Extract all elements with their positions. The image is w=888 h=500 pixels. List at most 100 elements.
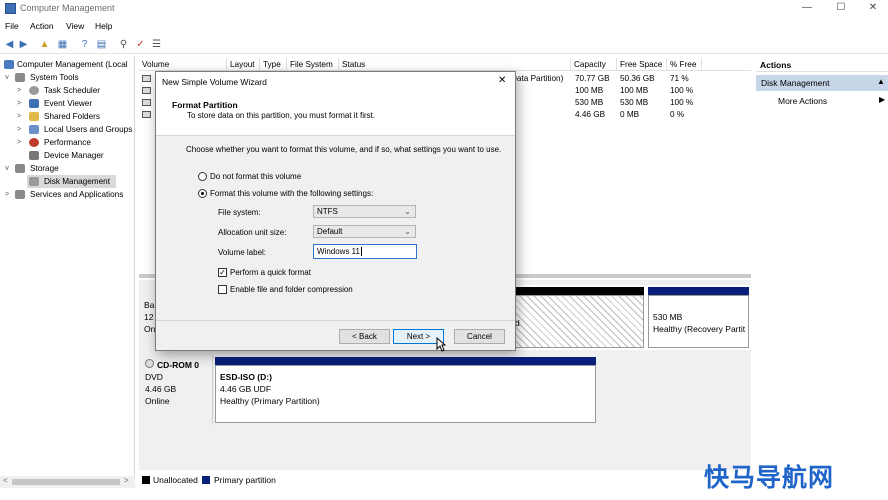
tree-item-device-manager[interactable]: Device Manager: [0, 149, 135, 162]
cdrom-info[interactable]: CD-ROM 0 DVD 4.46 GB Online: [139, 355, 213, 425]
scroll-left-icon[interactable]: <: [3, 476, 8, 485]
close-button[interactable]: ✕: [856, 0, 888, 18]
dialog-heading: Format Partition: [172, 100, 238, 110]
tree-item-label: System Tools: [30, 73, 79, 82]
menu-help[interactable]: Help: [95, 21, 112, 31]
chevron-right-icon[interactable]: >: [15, 97, 23, 110]
cancel-button[interactable]: Cancel: [454, 329, 505, 344]
tree-item-performance[interactable]: > Performance: [0, 136, 135, 149]
actions-section-disk-management[interactable]: Disk Management ▲: [756, 75, 888, 91]
navigation-tree: Computer Management (Local v System Tool…: [0, 56, 135, 476]
chevron-right-icon: ▶: [879, 95, 886, 104]
forward-arrow-icon[interactable]: ▶: [17, 38, 30, 51]
maximize-button[interactable]: ☐: [824, 0, 858, 18]
column-layout[interactable]: Layout: [227, 58, 260, 71]
chevron-down-icon[interactable]: v: [3, 162, 11, 175]
tree-item-label: Device Manager: [44, 151, 104, 160]
radio-format-volume-label[interactable]: Format this volume with the following se…: [210, 189, 373, 198]
show-hide-tree-icon[interactable]: ▦: [56, 38, 69, 51]
services-icon: [15, 190, 25, 199]
allocation-unit-value: Default: [317, 227, 343, 236]
volume-label-value: Windows 11: [317, 247, 360, 256]
dialog-subheading: To store data on this partition, you mus…: [187, 111, 376, 120]
column-status[interactable]: Status: [339, 58, 571, 71]
radio-do-not-format[interactable]: [198, 172, 207, 181]
chevron-right-icon[interactable]: >: [15, 123, 23, 136]
connect-icon[interactable]: ⚲: [117, 38, 130, 51]
quick-format-label[interactable]: Perform a quick format: [230, 268, 311, 277]
tree-item-event-viewer[interactable]: > Event Viewer: [0, 97, 135, 110]
chevron-right-icon[interactable]: >: [15, 110, 23, 123]
tree-item-root[interactable]: Computer Management (Local: [0, 58, 135, 71]
compression-label[interactable]: Enable file and folder compression: [230, 285, 353, 294]
menu-file[interactable]: File: [5, 21, 19, 31]
tree-item-local-users[interactable]: > Local Users and Groups: [0, 123, 135, 136]
column-free-space[interactable]: Free Space: [617, 58, 667, 71]
tree-item-shared-folders[interactable]: > Shared Folders: [0, 110, 135, 123]
column-volume[interactable]: Volume: [139, 58, 227, 71]
scroll-right-icon[interactable]: >: [124, 476, 129, 485]
chevron-down-icon[interactable]: v: [3, 71, 11, 84]
tree-item-label: Storage: [30, 164, 59, 173]
dialog-close-button[interactable]: ✕: [498, 75, 506, 86]
up-folder-icon[interactable]: ▲: [38, 38, 51, 51]
disk-0-state: On: [144, 324, 156, 334]
device-manager-icon: [29, 151, 39, 160]
disk-list-icon[interactable]: ☰: [150, 38, 163, 51]
cdrom-volume-bar: [215, 357, 596, 365]
more-actions-item[interactable]: More Actions ▶: [756, 94, 888, 108]
chevron-right-icon[interactable]: >: [3, 188, 11, 201]
tree-horizontal-scrollbar[interactable]: < >: [0, 476, 135, 488]
tree-item-label: Task Scheduler: [44, 86, 100, 95]
cdrom-name: CD-ROM 0: [157, 360, 200, 370]
tree-item-system-tools[interactable]: v System Tools: [0, 71, 135, 84]
table-cell-free: 50.36 GB: [620, 74, 655, 83]
tree-item-task-scheduler[interactable]: > Task Scheduler: [0, 84, 135, 97]
scroll-thumb[interactable]: [12, 479, 120, 485]
unallocated-partition[interactable]: d: [514, 295, 644, 348]
file-system-select[interactable]: NTFS ⌄: [313, 205, 416, 218]
help-icon[interactable]: ?: [78, 38, 91, 51]
compression-checkbox[interactable]: [218, 285, 227, 294]
minimize-button[interactable]: —: [790, 0, 824, 18]
allocation-unit-select[interactable]: Default ⌄: [313, 225, 416, 238]
properties-icon[interactable]: ▤: [95, 38, 108, 51]
column-file-system[interactable]: File System: [287, 58, 339, 71]
chevron-right-icon[interactable]: >: [15, 84, 23, 97]
menu-view[interactable]: View: [66, 21, 84, 31]
more-actions-label: More Actions: [778, 96, 828, 106]
recovery-partition[interactable]: 530 MB Healthy (Recovery Partit: [648, 295, 749, 348]
computer-icon: [4, 60, 14, 69]
event-viewer-icon: [29, 99, 39, 108]
dialog-instruction: Choose whether you want to format this v…: [186, 145, 502, 154]
volume-label-label: Volume label:: [218, 248, 267, 257]
tree-item-label: Services and Applications: [30, 190, 124, 199]
window-title: Computer Management: [20, 3, 115, 13]
collapse-icon[interactable]: ▲: [877, 77, 885, 86]
column-type[interactable]: Type: [260, 58, 287, 71]
new-simple-volume-wizard: New Simple Volume Wizard ✕ Format Partit…: [155, 71, 516, 352]
tree-item-services[interactable]: > Services and Applications: [0, 188, 135, 201]
menu-action[interactable]: Action: [30, 21, 54, 31]
tree-item-storage[interactable]: v Storage: [0, 162, 135, 175]
actions-section-label: Disk Management: [761, 78, 830, 88]
volume-label-input[interactable]: Windows 11: [313, 244, 417, 259]
column-percent-free[interactable]: % Free: [667, 58, 702, 71]
quick-format-checkbox[interactable]: ✓: [218, 268, 227, 277]
radio-format-volume[interactable]: [198, 189, 207, 198]
tools-icon: [15, 73, 25, 82]
cdrom-volume-status: Healthy (Primary Partition): [220, 396, 320, 406]
chevron-right-icon[interactable]: >: [15, 136, 23, 149]
checklist-icon[interactable]: ✓: [134, 38, 147, 51]
table-cell-percent: 100 %: [670, 98, 694, 107]
cdrom-size: 4.46 GB: [145, 384, 177, 394]
radio-do-not-format-label[interactable]: Do not format this volume: [210, 172, 301, 181]
column-capacity[interactable]: Capacity: [571, 58, 617, 71]
volume-icon: [142, 75, 151, 82]
file-system-value: NTFS: [317, 207, 338, 216]
table-cell-free: 530 MB: [620, 98, 649, 107]
cdrom-volume[interactable]: ESD-ISO (D:) 4.46 GB UDF Healthy (Primar…: [215, 365, 596, 423]
tree-item-disk-management[interactable]: Disk Management: [27, 175, 116, 188]
back-arrow-icon[interactable]: ◀: [3, 38, 16, 51]
back-button[interactable]: < Back: [339, 329, 390, 344]
